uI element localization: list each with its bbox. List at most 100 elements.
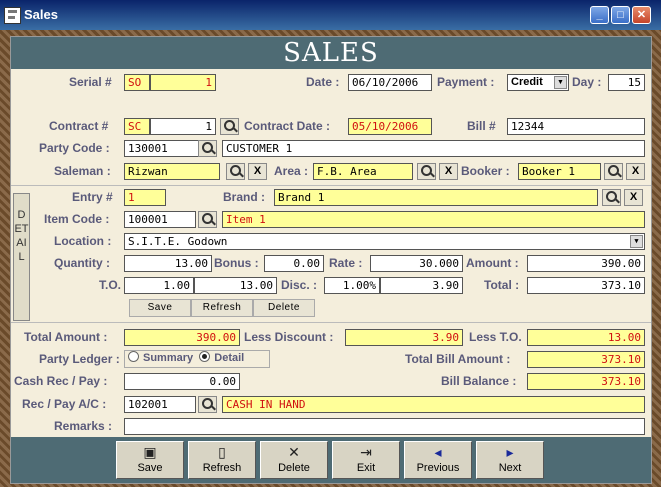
chevron-down-icon[interactable]: ▼ [554, 76, 567, 89]
rate-field[interactable]: 30.000 [370, 255, 463, 272]
contract-search-button[interactable] [220, 118, 239, 135]
booker-search-button[interactable] [604, 163, 623, 180]
bonus-field[interactable]: 0.00 [264, 255, 324, 272]
next-button[interactable]: ▸ Next [476, 441, 544, 479]
summary-radio[interactable]: Summary [128, 351, 193, 364]
saleman-field[interactable]: Rizwan [124, 163, 220, 180]
detail-radio-label: Detail [214, 352, 245, 364]
search-icon [202, 213, 213, 224]
to-label: T.O. [99, 278, 122, 292]
contract-date-field[interactable]: 05/10/2006 [348, 118, 432, 135]
total-field[interactable]: 373.10 [527, 277, 645, 294]
less-to-field[interactable]: 13.00 [527, 329, 645, 346]
previous-label: Previous [416, 462, 460, 474]
brand-clear-button[interactable]: X [624, 189, 643, 206]
search-icon [230, 165, 241, 176]
party-name-field[interactable]: CUSTOMER 1 [222, 140, 645, 157]
arrow-left-icon: ◂ [434, 444, 442, 460]
exit-button[interactable]: ⇥ Exit [332, 441, 400, 479]
minimize-button[interactable]: _ [590, 6, 609, 24]
brand-label: Brand : [223, 190, 265, 204]
floppy-icon: ▣ [143, 444, 157, 460]
to-percent-field[interactable]: 1.00 [124, 277, 194, 294]
contract-date-label: Contract Date : [244, 119, 331, 133]
item-search-button[interactable] [198, 211, 217, 228]
close-icon: X [253, 165, 262, 177]
close-button[interactable]: ✕ [632, 6, 651, 24]
detail-save-button[interactable]: Save [129, 299, 191, 317]
date-field[interactable]: 06/10/2006 [348, 74, 432, 91]
area-field[interactable]: F.B. Area [313, 163, 413, 180]
serial-prefix-field[interactable]: SO [124, 74, 150, 91]
area-label: Area : [274, 164, 309, 178]
party-search-button[interactable] [198, 140, 217, 157]
to-amount-field[interactable]: 13.00 [194, 277, 277, 294]
remarks-field[interactable] [124, 418, 645, 435]
location-select[interactable]: S.I.T.E. Godown ▼ [124, 233, 645, 250]
total-amount-label: Total Amount : [24, 330, 108, 344]
item-code-field[interactable]: 100001 [124, 211, 196, 228]
brand-field[interactable]: Brand 1 [274, 189, 598, 206]
contract-label: Contract # [49, 119, 109, 133]
delete-icon: ✕ [288, 444, 300, 460]
payment-select[interactable]: Credit ▼ [507, 74, 569, 91]
booker-clear-button[interactable]: X [626, 163, 645, 180]
toolbar: ▣ Save ▯ Refresh ✕ Delete ⇥ Exit ◂ Previous ▸… [11, 437, 651, 483]
brand-search-button[interactable] [602, 189, 621, 206]
item-code-label: Item Code : [44, 212, 110, 226]
contract-number-field[interactable]: 1 [150, 118, 216, 135]
booker-field[interactable]: Booker 1 [518, 163, 601, 180]
disc-percent-field[interactable]: 1.00% [324, 277, 380, 294]
detail-refresh-button[interactable]: Refresh [191, 299, 253, 317]
quantity-field[interactable]: 13.00 [124, 255, 212, 272]
cash-field[interactable]: 0.00 [124, 373, 240, 390]
item-name-field[interactable]: Item 1 [222, 211, 645, 228]
search-icon [202, 398, 213, 409]
contract-prefix-field[interactable]: SC [124, 118, 150, 135]
party-code-field[interactable]: 130001 [124, 140, 202, 157]
serial-number-field[interactable]: 1 [150, 74, 216, 91]
saleman-clear-button[interactable]: X [248, 163, 267, 180]
bill-balance-field[interactable]: 373.10 [527, 373, 645, 390]
less-to-label: Less T.O. [469, 330, 522, 344]
detail-radio[interactable]: Detail [199, 351, 245, 364]
detail-tab[interactable]: DETAIL [13, 193, 30, 321]
title-bar[interactable]: Sales _ □ ✕ [0, 0, 661, 30]
disc-amount-field[interactable]: 3.90 [380, 277, 463, 294]
entry-label: Entry # [72, 190, 113, 204]
entry-field[interactable]: 1 [124, 189, 166, 206]
bonus-label: Bonus : [214, 256, 259, 270]
amount-label: Amount : [466, 256, 519, 270]
refresh-button[interactable]: ▯ Refresh [188, 441, 256, 479]
total-label: Total : [484, 278, 520, 292]
quantity-label: Quantity : [54, 256, 110, 270]
total-bill-field[interactable]: 373.10 [527, 351, 645, 368]
delete-button[interactable]: ✕ Delete [260, 441, 328, 479]
arrow-right-icon: ▸ [506, 444, 514, 460]
save-button[interactable]: ▣ Save [116, 441, 184, 479]
close-icon: X [631, 165, 640, 177]
less-discount-field[interactable]: 3.90 [345, 329, 463, 346]
ac-code-field[interactable]: 102001 [124, 396, 196, 413]
bill-field[interactable]: 12344 [507, 118, 645, 135]
day-field[interactable]: 15 [608, 74, 645, 91]
detail-delete-button[interactable]: Delete [253, 299, 315, 317]
maximize-button[interactable]: □ [611, 6, 630, 24]
chevron-down-icon[interactable]: ▼ [630, 235, 643, 248]
serial-label: Serial # [69, 75, 112, 89]
ac-search-button[interactable] [198, 396, 217, 413]
amount-field[interactable]: 390.00 [527, 255, 645, 272]
previous-button[interactable]: ◂ Previous [404, 441, 472, 479]
ac-name-field[interactable]: CASH IN HAND [222, 396, 645, 413]
payment-label: Payment : [437, 75, 495, 89]
party-code-label: Party Code : [39, 141, 110, 155]
area-search-button[interactable] [417, 163, 436, 180]
close-icon: X [629, 191, 638, 203]
search-icon [224, 120, 235, 131]
search-icon [202, 142, 213, 153]
area-clear-button[interactable]: X [439, 163, 458, 180]
sales-window: Sales _ □ ✕ SALES Serial # SO 1 Date : 0… [0, 0, 661, 487]
saleman-search-button[interactable] [226, 163, 245, 180]
total-amount-field[interactable]: 390.00 [124, 329, 240, 346]
cash-label: Cash Rec / Pay : [14, 374, 108, 388]
